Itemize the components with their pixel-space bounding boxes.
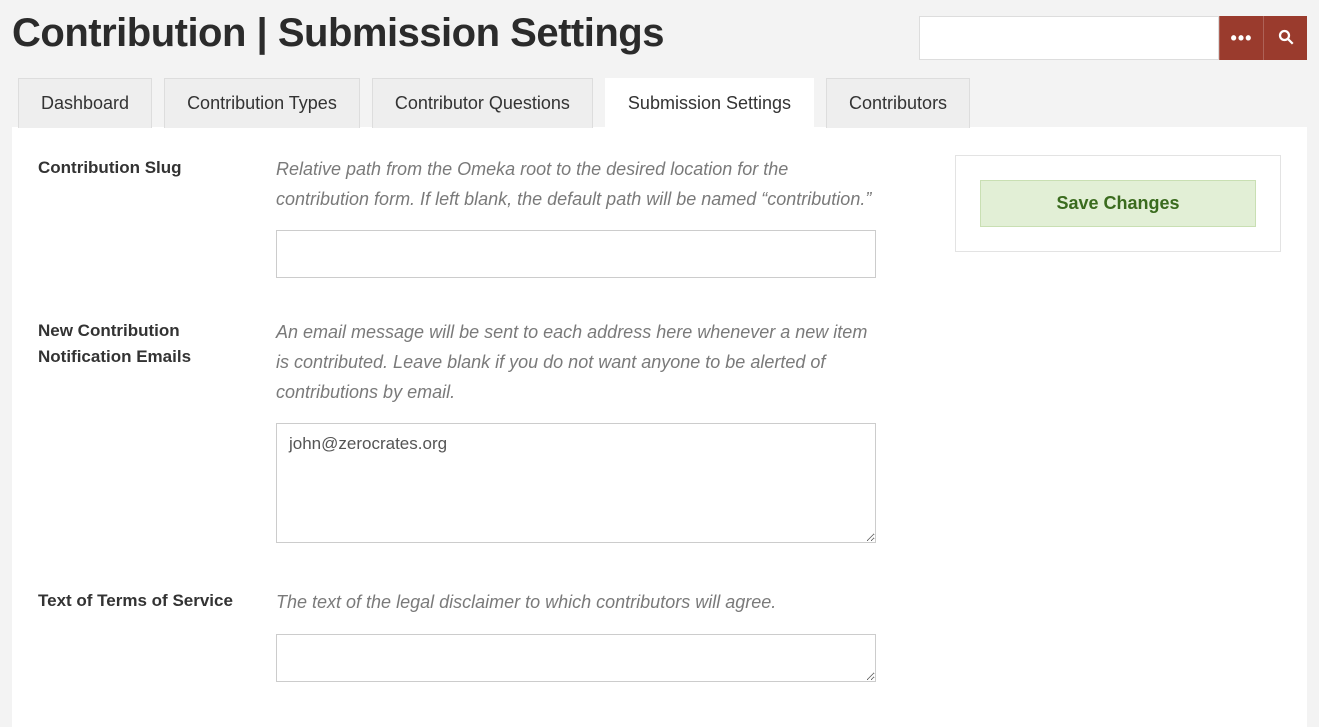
search-options-button[interactable]: ••• — [1219, 16, 1263, 60]
tab-contributor-questions[interactable]: Contributor Questions — [372, 78, 593, 128]
field-notification-emails: New Contribution Notification Emails An … — [38, 318, 889, 548]
tab-contributors[interactable]: Contributors — [826, 78, 970, 128]
label-terms-of-service: Text of Terms of Service — [38, 588, 276, 614]
field-terms-of-service: Text of Terms of Service The text of the… — [38, 588, 889, 687]
input-terms-of-service[interactable] — [276, 634, 876, 682]
tab-dashboard[interactable]: Dashboard — [18, 78, 152, 128]
form: Contribution Slug Relative path from the… — [12, 155, 915, 727]
ellipsis-icon: ••• — [1231, 28, 1253, 49]
input-contribution-slug[interactable] — [276, 230, 876, 278]
tab-submission-settings[interactable]: Submission Settings — [605, 78, 814, 128]
search-input[interactable] — [919, 16, 1219, 60]
tab-contribution-types[interactable]: Contribution Types — [164, 78, 360, 128]
field-contribution-slug: Contribution Slug Relative path from the… — [38, 155, 889, 278]
save-button[interactable]: Save Changes — [980, 180, 1256, 227]
save-panel: Save Changes — [955, 155, 1281, 252]
search-submit-button[interactable] — [1263, 16, 1307, 60]
tabs: Dashboard Contribution Types Contributor… — [18, 78, 1307, 128]
content-panel: Contribution Slug Relative path from the… — [12, 127, 1307, 727]
label-notification-emails: New Contribution Notification Emails — [38, 318, 276, 369]
sidebar: Save Changes — [955, 155, 1281, 252]
desc-notification-emails: An email message will be sent to each ad… — [276, 318, 876, 407]
page-title: Contribution | Submission Settings — [12, 10, 664, 56]
label-contribution-slug: Contribution Slug — [38, 155, 276, 181]
desc-terms-of-service: The text of the legal disclaimer to whic… — [276, 588, 876, 618]
input-notification-emails[interactable] — [276, 423, 876, 543]
search-bar: ••• — [919, 16, 1307, 60]
desc-contribution-slug: Relative path from the Omeka root to the… — [276, 155, 876, 214]
search-icon — [1277, 28, 1295, 49]
